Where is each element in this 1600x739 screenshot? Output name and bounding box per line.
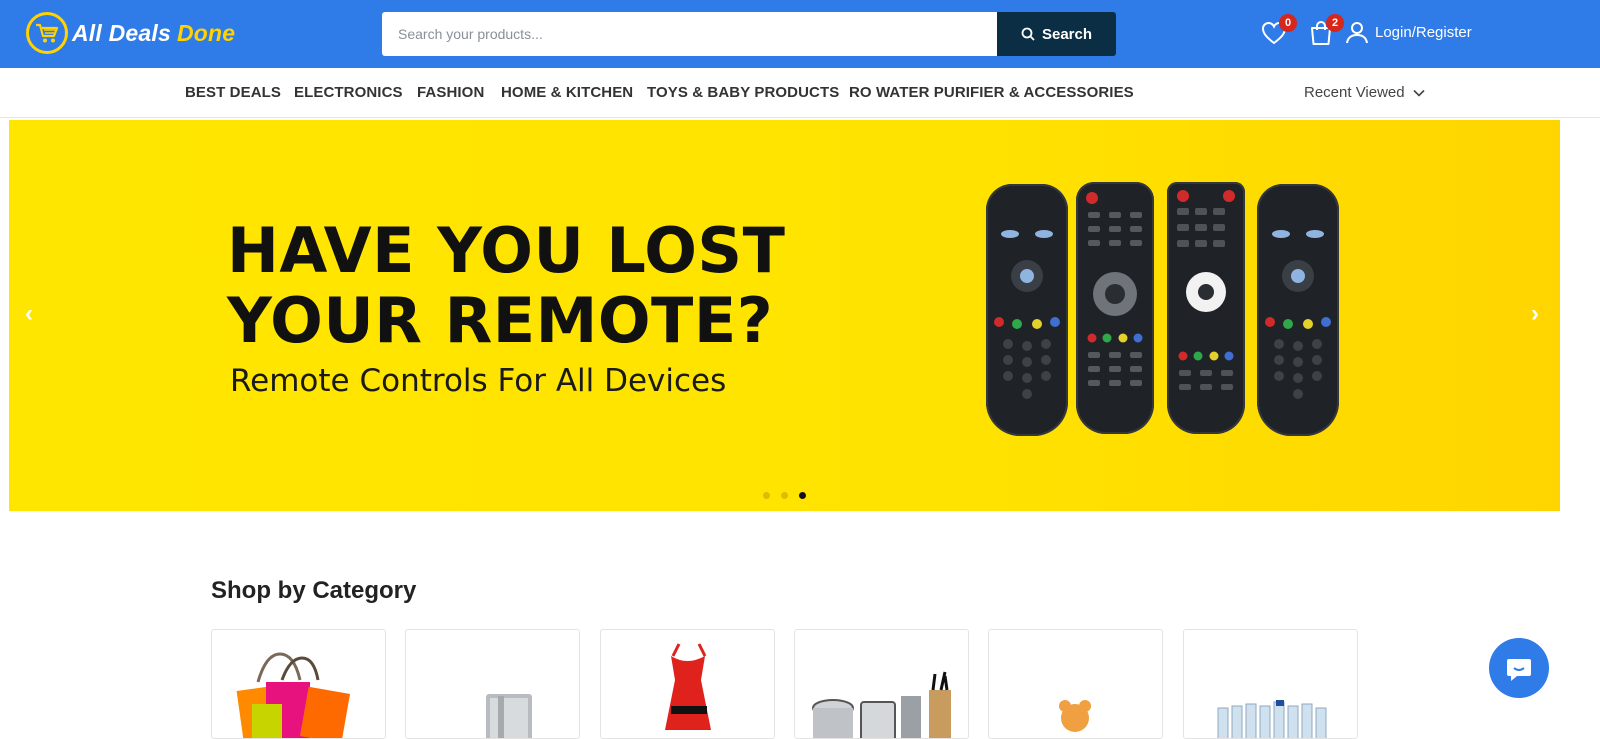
- category-card-ro-water-purifier[interactable]: [1183, 629, 1358, 739]
- chat-bubble-icon: [1507, 659, 1531, 681]
- nav-toys-baby[interactable]: TOYS & BABY PRODUCTS: [647, 84, 839, 101]
- chat-widget-button[interactable]: [1489, 638, 1549, 698]
- nav-fashion[interactable]: FASHION: [417, 84, 484, 101]
- search-button-label: Search: [1041, 25, 1093, 43]
- remote-control-2: [1076, 182, 1154, 434]
- category-card-shopping-bags[interactable]: [211, 629, 386, 739]
- carousel-dot[interactable]: [781, 492, 788, 499]
- user-icon: [1346, 22, 1368, 44]
- hero-title-line-1: HAVE YOU LOST: [227, 214, 786, 287]
- nav-ro-water-purifier[interactable]: RO WATER PURIFIER & ACCESSORIES: [849, 84, 1134, 101]
- brand-name-primary: All Deals: [72, 19, 171, 46]
- carousel-dot[interactable]: [763, 492, 770, 499]
- carousel-dots: [763, 492, 806, 499]
- search-input[interactable]: [382, 12, 997, 56]
- carousel-prev-arrow-icon[interactable]: ‹: [25, 300, 33, 328]
- hero-title: HAVE YOU LOST YOUR REMOTE?: [227, 216, 787, 356]
- hero-banner[interactable]: HAVE YOU LOST YOUR REMOTE? Remote Contro…: [9, 120, 1560, 511]
- login-register-label: Login/Register: [1375, 23, 1472, 41]
- category-card-fashion[interactable]: [600, 629, 775, 739]
- search-bar: Search: [382, 12, 1116, 56]
- brand-name: All Deals Done: [72, 20, 235, 47]
- remote-control-4: [1257, 184, 1339, 436]
- nav-home-kitchen[interactable]: HOME & KITCHEN: [501, 84, 633, 101]
- wishlist-count-badge: 0: [1279, 14, 1297, 32]
- remote-control-1: [986, 184, 1068, 436]
- cart-count-badge: 2: [1326, 14, 1344, 32]
- nav-best-deals[interactable]: BEST DEALS: [185, 84, 281, 101]
- login-register-link[interactable]: Login/Register: [1345, 20, 1472, 44]
- search-button[interactable]: Search: [997, 12, 1116, 56]
- brand-name-accent: Done: [176, 19, 236, 46]
- recent-viewed-dropdown[interactable]: Recent Viewed: [1304, 84, 1425, 101]
- category-card-toys-baby[interactable]: [988, 629, 1163, 739]
- top-header: All DealsDone Search 0 2 Login/Register: [0, 0, 1600, 68]
- remote-control-3: [1167, 182, 1245, 434]
- brand-logo[interactable]: All Deals Done: [26, 12, 235, 54]
- cart-button[interactable]: 2: [1306, 14, 1344, 48]
- carousel-dot-active[interactable]: [799, 492, 806, 499]
- category-card-home-kitchen[interactable]: [794, 629, 969, 739]
- cart-logo-icon: [26, 12, 68, 54]
- hero-subtitle: Remote Controls For All Devices: [230, 363, 727, 399]
- shop-by-category-heading: Shop by Category: [211, 577, 417, 604]
- hero-title-line-2: YOUR REMOTE?: [227, 284, 774, 357]
- category-nav: BEST DEALS ELECTRONICS FASHION HOME & KI…: [0, 68, 1600, 118]
- wishlist-button[interactable]: 0: [1259, 14, 1297, 48]
- recent-viewed-label: Recent Viewed: [1304, 84, 1405, 101]
- chevron-down-icon: [1413, 89, 1425, 97]
- carousel-next-arrow-icon[interactable]: ›: [1531, 300, 1539, 328]
- search-icon: [1021, 27, 1035, 41]
- nav-electronics[interactable]: ELECTRONICS: [294, 84, 403, 101]
- category-card-electronics[interactable]: [405, 629, 580, 739]
